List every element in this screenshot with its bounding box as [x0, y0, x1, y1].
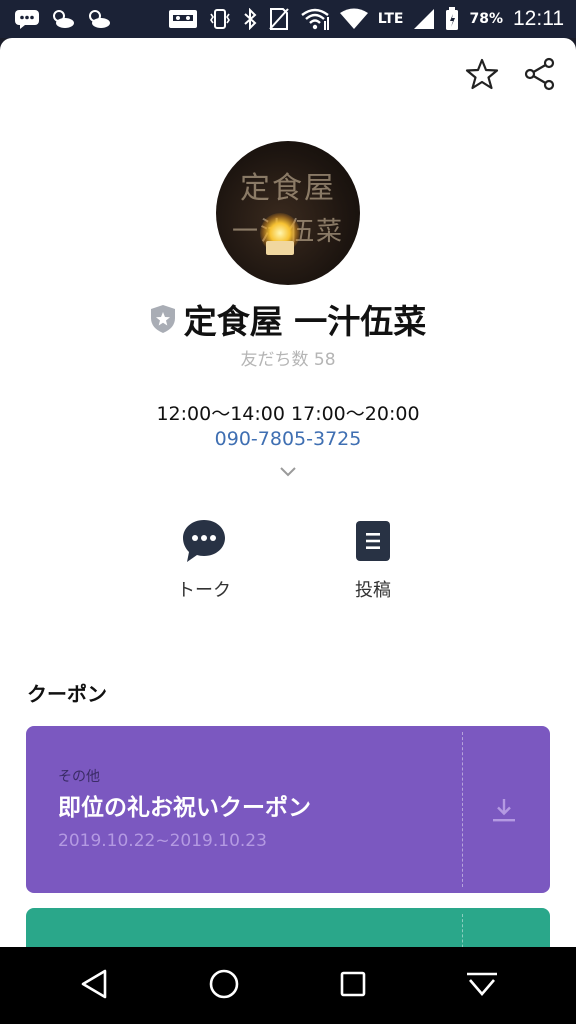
navigation-bar: [0, 947, 576, 1024]
coupon-section-title: クーポン: [27, 682, 107, 706]
talk-button[interactable]: トーク: [144, 520, 264, 602]
weather-icon: [50, 8, 76, 30]
status-right: LTE 78% 12:11: [168, 7, 564, 31]
coupon-card[interactable]: その他 即位の礼お祝いクーポン 2019.10.22~2019.10.23: [26, 726, 550, 893]
back-icon: [79, 968, 111, 1004]
battery-icon: [445, 7, 459, 31]
no-sim-icon: [268, 7, 290, 31]
coupon-category: その他: [58, 769, 100, 785]
talk-label: トーク: [177, 580, 231, 601]
cassette-icon: [168, 9, 198, 29]
account-name: 定食屋 一汁伍菜: [183, 302, 427, 341]
status-left: [14, 8, 112, 30]
posts-button[interactable]: 投稿: [313, 520, 433, 602]
status-bar: LTE 78% 12:11: [0, 0, 576, 38]
back-button[interactable]: [73, 964, 117, 1008]
verified-badge-icon: [150, 304, 176, 334]
avatar-sign-line-1: 定食屋: [240, 171, 336, 206]
network-type: LTE: [377, 11, 404, 27]
candle: [266, 241, 294, 255]
hide-nav-icon: [465, 968, 499, 1004]
recents-icon: [339, 970, 367, 1002]
vibrate-icon: [208, 8, 232, 30]
posts-label: 投稿: [355, 580, 391, 601]
phone-link[interactable]: 090-7805-3725: [0, 428, 576, 450]
coupon-divider: [462, 732, 463, 887]
bluetooth-icon: [242, 8, 258, 30]
favorite-button[interactable]: [464, 58, 500, 94]
document-icon: [355, 520, 391, 566]
coupon-title: 即位の礼お祝いクーポン: [58, 795, 311, 821]
account-name-row: 定食屋 一汁伍菜: [0, 295, 576, 343]
message-icon: [14, 9, 40, 29]
cell-signal-icon: [413, 8, 435, 30]
share-button[interactable]: [522, 57, 558, 95]
top-actions: [464, 57, 558, 95]
wifi-signal-icon: [300, 7, 330, 31]
friends-count: 友だち数 58: [240, 350, 336, 370]
clock: 12:11: [513, 7, 564, 30]
recents-button[interactable]: [331, 964, 375, 1008]
download-icon[interactable]: [490, 796, 518, 824]
hide-nav-button[interactable]: [460, 964, 504, 1008]
home-icon: [208, 968, 240, 1004]
profile-sheet: 定食屋 一汁伍菜 定食屋 一汁伍菜 友だち数 58 12:00〜14:00 17…: [0, 38, 576, 947]
weather-icon: [86, 8, 112, 30]
coupon-card[interactable]: [26, 908, 550, 947]
profile-avatar[interactable]: 定食屋 一汁伍菜: [216, 141, 360, 285]
star-icon: [465, 57, 499, 95]
expand-chevron-icon[interactable]: [278, 464, 298, 478]
share-icon: [524, 57, 556, 95]
business-hours: 12:00〜14:00 17:00〜20:00: [156, 403, 420, 425]
home-button[interactable]: [202, 964, 246, 1008]
wifi-icon: [339, 8, 368, 30]
chat-bubble-icon: [181, 518, 227, 568]
coupon-divider: [462, 914, 463, 947]
battery-percent: 78%: [469, 11, 503, 27]
coupon-dates: 2019.10.22~2019.10.23: [58, 831, 267, 851]
